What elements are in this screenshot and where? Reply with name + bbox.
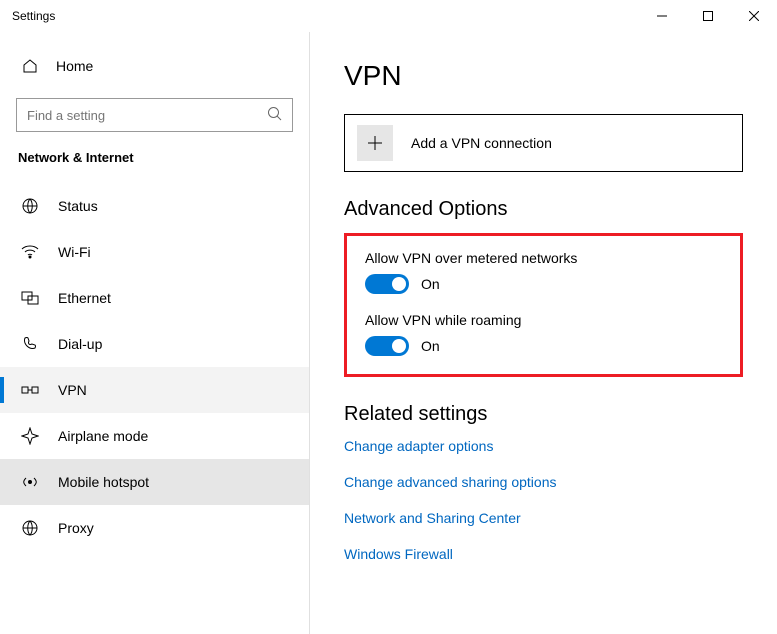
option-metered-label: Allow VPN over metered networks: [365, 250, 722, 266]
search-icon: [267, 106, 283, 127]
category-header: Network & Internet: [0, 150, 309, 183]
sidebar-item-wifi[interactable]: Wi-Fi: [0, 229, 309, 275]
window-title: Settings: [12, 9, 55, 23]
dialup-icon: [20, 335, 40, 353]
plus-icon: [357, 125, 393, 161]
ethernet-icon: [20, 291, 40, 305]
advanced-options-highlight: Allow VPN over metered networks On Allow…: [344, 233, 743, 377]
sidebar-item-status[interactable]: Status: [0, 183, 309, 229]
link-adapter-options[interactable]: Change adapter options: [344, 438, 743, 454]
titlebar: Settings: [0, 0, 777, 32]
sidebar-item-vpn[interactable]: VPN: [0, 367, 309, 413]
link-firewall[interactable]: Windows Firewall: [344, 546, 743, 562]
link-sharing-options[interactable]: Change advanced sharing options: [344, 474, 743, 490]
hotspot-icon: [20, 474, 40, 490]
advanced-options-title: Advanced Options: [344, 198, 743, 221]
sidebar-item-label: Ethernet: [58, 290, 111, 306]
proxy-icon: [20, 519, 40, 537]
window-controls: [639, 0, 777, 32]
option-roaming-label: Allow VPN while roaming: [365, 312, 722, 328]
sidebar-item-ethernet[interactable]: Ethernet: [0, 275, 309, 321]
sidebar-item-label: Status: [58, 198, 98, 214]
minimize-button[interactable]: [639, 0, 685, 32]
sidebar-item-dialup[interactable]: Dial-up: [0, 321, 309, 367]
search-input[interactable]: [16, 98, 293, 132]
page-title: VPN: [344, 60, 743, 92]
option-metered: Allow VPN over metered networks On: [365, 250, 722, 294]
sidebar-item-proxy[interactable]: Proxy: [0, 505, 309, 551]
airplane-icon: [20, 427, 40, 445]
sidebar-item-airplane[interactable]: Airplane mode: [0, 413, 309, 459]
home-nav[interactable]: Home: [0, 46, 309, 86]
option-roaming: Allow VPN while roaming On: [365, 312, 722, 356]
link-network-center[interactable]: Network and Sharing Center: [344, 510, 743, 526]
add-vpn-button[interactable]: Add a VPN connection: [344, 114, 743, 172]
sidebar-item-label: Mobile hotspot: [58, 474, 149, 490]
content: VPN Add a VPN connection Advanced Option…: [310, 32, 777, 634]
sidebar-item-label: Dial-up: [58, 336, 102, 352]
home-label: Home: [56, 58, 93, 74]
toggle-roaming-state: On: [421, 338, 440, 354]
close-button[interactable]: [731, 0, 777, 32]
wifi-icon: [20, 245, 40, 259]
vpn-icon: [20, 383, 40, 397]
search-wrap: [16, 98, 293, 132]
toggle-roaming[interactable]: [365, 336, 409, 356]
sidebar-item-label: Proxy: [58, 520, 94, 536]
related-settings-title: Related settings: [344, 403, 743, 426]
status-icon: [20, 197, 40, 215]
sidebar-item-label: VPN: [58, 382, 87, 398]
toggle-metered-state: On: [421, 276, 440, 292]
sidebar-item-hotspot[interactable]: Mobile hotspot: [0, 459, 309, 505]
toggle-metered[interactable]: [365, 274, 409, 294]
maximize-button[interactable]: [685, 0, 731, 32]
sidebar: Home Network & Internet Status Wi-Fi Eth…: [0, 32, 310, 634]
home-icon: [20, 58, 40, 74]
sidebar-item-label: Wi-Fi: [58, 244, 91, 260]
add-vpn-label: Add a VPN connection: [411, 135, 552, 151]
sidebar-item-label: Airplane mode: [58, 428, 148, 444]
